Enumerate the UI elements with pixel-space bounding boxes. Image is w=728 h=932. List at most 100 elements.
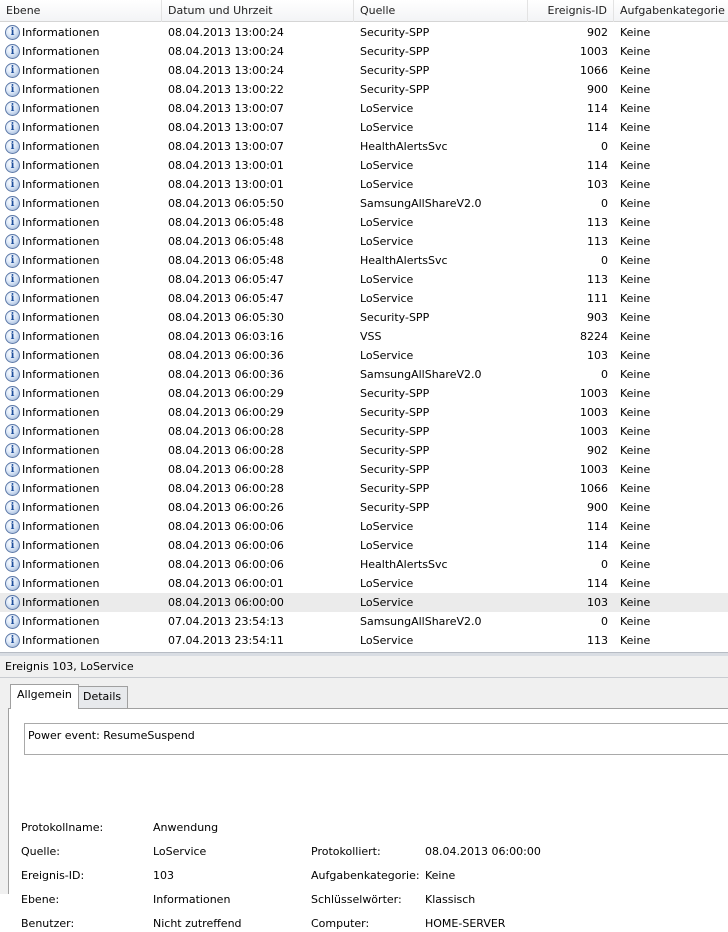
source-cell: LoService xyxy=(360,216,414,229)
datetime-cell: 08.04.2013 06:05:30 xyxy=(168,311,284,324)
table-row[interactable]: i Informationen 08.04.2013 13:00:07 LoServi… xyxy=(0,99,728,118)
category-cell: Keine xyxy=(620,520,651,533)
level-cell: Informationen xyxy=(22,444,100,457)
table-row[interactable]: i Informationen 08.04.2013 06:05:48 LoServi… xyxy=(0,213,728,232)
table-row[interactable]: i Informationen 08.04.2013 06:00:28 Securit… xyxy=(0,422,728,441)
category-cell: Keine xyxy=(620,197,651,210)
logged-value: 08.04.2013 06:00:00 xyxy=(425,845,541,858)
category-cell: Keine xyxy=(620,539,651,552)
table-row[interactable]: i Informationen 08.04.2013 06:00:29 Securit… xyxy=(0,384,728,403)
category-cell: Keine xyxy=(620,159,651,172)
category-cell: Keine xyxy=(620,178,651,191)
column-header-event-id[interactable]: Ereignis-ID xyxy=(528,0,614,22)
source-cell: LoService xyxy=(360,121,414,134)
tab-details[interactable]: Details xyxy=(76,686,129,708)
table-row[interactable]: i Informationen 08.04.2013 13:00:07 HealthA… xyxy=(0,137,728,156)
table-row[interactable]: i Informationen 08.04.2013 06:00:36 Samsung… xyxy=(0,365,728,384)
source-cell: LoService xyxy=(360,292,414,305)
source-cell: LoService xyxy=(360,349,414,362)
table-row[interactable]: i Informationen 07.04.2013 23:54:11 LoServi… xyxy=(0,631,728,650)
event-id-cell: 1003 xyxy=(580,45,608,58)
event-id-cell: 1003 xyxy=(580,387,608,400)
table-row[interactable]: i Informationen 08.04.2013 06:00:06 HealthA… xyxy=(0,555,728,574)
event-id-cell: 114 xyxy=(587,159,608,172)
level-cell: Informationen xyxy=(22,292,100,305)
information-icon: i xyxy=(5,291,20,306)
task-category-value: Keine xyxy=(425,869,456,882)
table-row[interactable]: i Informationen 08.04.2013 13:00:24 Securit… xyxy=(0,42,728,61)
table-row[interactable]: i Informationen 08.04.2013 06:00:01 LoServi… xyxy=(0,574,728,593)
table-row[interactable]: i Informationen 08.04.2013 06:05:30 Securit… xyxy=(0,308,728,327)
information-icon: i xyxy=(5,481,20,496)
column-header-source[interactable]: Quelle xyxy=(354,0,528,22)
event-rows: i Informationen 08.04.2013 13:00:24 Securit… xyxy=(0,23,728,650)
category-cell: Keine xyxy=(620,26,651,39)
source-value: LoService xyxy=(153,845,207,858)
column-header-level[interactable]: Ebene xyxy=(0,0,162,22)
table-row[interactable]: i Informationen 08.04.2013 06:00:06 LoServi… xyxy=(0,536,728,555)
level-cell: Informationen xyxy=(22,159,100,172)
table-row[interactable]: i Informationen 08.04.2013 06:00:36 LoServi… xyxy=(0,346,728,365)
column-header-datetime[interactable]: Datum und Uhrzeit xyxy=(162,0,354,22)
table-row[interactable]: i Informationen 08.04.2013 06:00:00 LoServi… xyxy=(0,593,728,612)
table-row[interactable]: i Informationen 08.04.2013 06:05:47 LoServi… xyxy=(0,289,728,308)
event-id-cell: 103 xyxy=(587,349,608,362)
level-cell: Informationen xyxy=(22,26,100,39)
event-id-cell: 111 xyxy=(587,292,608,305)
table-row[interactable]: i Informationen 08.04.2013 06:05:50 Samsung… xyxy=(0,194,728,213)
table-row[interactable]: i Informationen 08.04.2013 06:00:26 Securit… xyxy=(0,498,728,517)
column-header-row: Ebene Datum und Uhrzeit Quelle Ereignis-… xyxy=(0,0,728,22)
table-row[interactable]: i Informationen 08.04.2013 13:00:24 Securit… xyxy=(0,23,728,42)
table-row[interactable]: i Informationen 08.04.2013 06:05:48 HealthA… xyxy=(0,251,728,270)
table-row[interactable]: i Informationen 08.04.2013 06:00:06 LoServi… xyxy=(0,517,728,536)
table-row[interactable]: i Informationen 08.04.2013 06:00:29 Securit… xyxy=(0,403,728,422)
information-icon: i xyxy=(5,348,20,363)
information-icon: i xyxy=(5,633,20,648)
source-cell: Security-SPP xyxy=(360,45,430,58)
table-row[interactable]: i Informationen 08.04.2013 06:05:47 LoServi… xyxy=(0,270,728,289)
category-cell: Keine xyxy=(620,387,651,400)
level-cell: Informationen xyxy=(22,140,100,153)
event-message-box[interactable]: Power event: ResumeSuspend xyxy=(24,723,728,755)
source-cell: Security-SPP xyxy=(360,463,430,476)
table-row[interactable]: i Informationen 08.04.2013 06:00:28 Securit… xyxy=(0,460,728,479)
table-row[interactable]: i Informationen 08.04.2013 13:00:07 LoServi… xyxy=(0,118,728,137)
table-row[interactable]: i Informationen 08.04.2013 06:05:48 LoServi… xyxy=(0,232,728,251)
datetime-cell: 08.04.2013 06:00:26 xyxy=(168,501,284,514)
event-id-cell: 113 xyxy=(587,273,608,286)
event-id-cell: 103 xyxy=(587,178,608,191)
table-row[interactable]: i Informationen 08.04.2013 06:00:28 Securit… xyxy=(0,479,728,498)
general-tab-panel: Power event: ResumeSuspend Protokollname… xyxy=(8,708,728,930)
tab-general[interactable]: Allgemein xyxy=(10,684,79,709)
information-icon: i xyxy=(5,158,20,173)
table-row[interactable]: i Informationen 08.04.2013 13:00:01 LoServi… xyxy=(0,156,728,175)
table-row[interactable]: i Informationen 08.04.2013 13:00:24 Securit… xyxy=(0,61,728,80)
category-cell: Keine xyxy=(620,140,651,153)
table-row[interactable]: i Informationen 08.04.2013 06:00:28 Securit… xyxy=(0,441,728,460)
category-cell: Keine xyxy=(620,596,651,609)
table-row[interactable]: i Informationen 07.04.2013 23:54:13 Samsung… xyxy=(0,612,728,631)
information-icon: i xyxy=(5,63,20,78)
source-cell: SamsungAllShareV2.0 xyxy=(360,197,482,210)
datetime-cell: 08.04.2013 06:00:36 xyxy=(168,349,284,362)
event-id-cell: 0 xyxy=(601,558,608,571)
event-id-cell: 113 xyxy=(587,216,608,229)
information-icon: i xyxy=(5,234,20,249)
event-id-label: Ereignis-ID: xyxy=(21,869,85,882)
information-icon: i xyxy=(5,272,20,287)
datetime-cell: 08.04.2013 06:00:28 xyxy=(168,444,284,457)
information-icon: i xyxy=(5,576,20,591)
column-header-category[interactable]: Aufgabenkategorie xyxy=(614,0,728,22)
category-cell: Keine xyxy=(620,501,651,514)
datetime-cell: 08.04.2013 13:00:01 xyxy=(168,178,284,191)
information-icon: i xyxy=(5,500,20,515)
source-cell: Security-SPP xyxy=(360,311,430,324)
information-icon: i xyxy=(5,139,20,154)
source-cell: LoService xyxy=(360,577,414,590)
table-row[interactable]: i Informationen 08.04.2013 06:03:16 VSS 8224… xyxy=(0,327,728,346)
event-id-cell: 1066 xyxy=(580,482,608,495)
source-cell: LoService xyxy=(360,159,414,172)
datetime-cell: 07.04.2013 23:54:13 xyxy=(168,615,284,628)
table-row[interactable]: i Informationen 08.04.2013 13:00:22 Securit… xyxy=(0,80,728,99)
table-row[interactable]: i Informationen 08.04.2013 13:00:01 LoServi… xyxy=(0,175,728,194)
